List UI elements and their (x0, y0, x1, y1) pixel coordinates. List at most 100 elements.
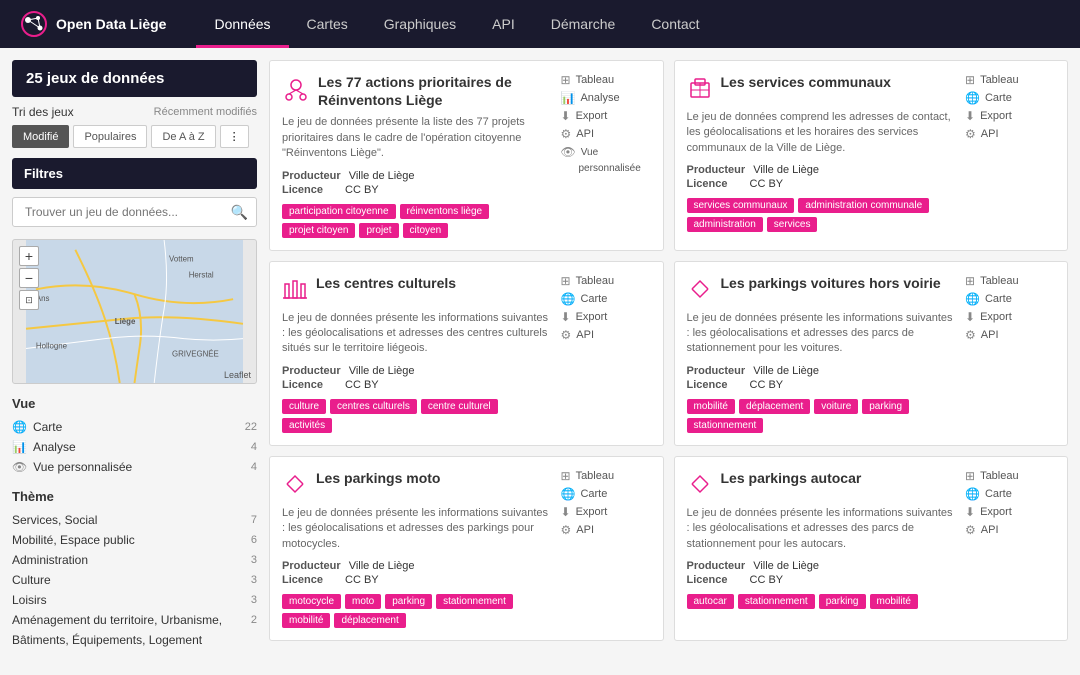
action-api[interactable]: ⚙API (561, 127, 651, 141)
tag[interactable]: projet citoyen (282, 223, 355, 238)
vue-item-analyse[interactable]: 📊 Analyse 4 (12, 437, 257, 457)
logo[interactable]: Open Data Liège (20, 10, 166, 38)
vue-item-personnalisee[interactable]: 👁 Vue personnalisée 4 (12, 457, 257, 477)
nav-graphiques[interactable]: Graphiques (366, 0, 474, 48)
theme-culture[interactable]: Culture 3 (12, 570, 257, 590)
tag[interactable]: services communaux (687, 198, 795, 213)
parkings-autocar-icon (687, 471, 713, 500)
theme-batiments[interactable]: Bâtiments, Équipements, Logement (12, 630, 257, 650)
theme-amenagement[interactable]: Aménagement du territoire, Urbanisme, 2 (12, 610, 257, 630)
carte-icon: 🌐 (561, 292, 576, 306)
tag[interactable]: parking (819, 594, 866, 609)
action-carte[interactable]: 🌐Carte (965, 91, 1055, 105)
action-export[interactable]: ⬇Export (561, 310, 651, 324)
tag[interactable]: centre culturel (421, 399, 498, 414)
action-carte[interactable]: 🌐Carte (561, 292, 651, 306)
tag[interactable]: stationnement (436, 594, 513, 609)
action-tableau[interactable]: ⊞Tableau (965, 469, 1055, 483)
action-api[interactable]: ⚙API (561, 328, 651, 342)
datasets-grid: Les 77 actions prioritaires de Réinvento… (269, 60, 1068, 658)
tag[interactable]: mobilité (687, 399, 735, 414)
tag[interactable]: déplacement (739, 399, 810, 414)
theme-mobilite[interactable]: Mobilité, Espace public 6 (12, 530, 257, 550)
action-api[interactable]: ⚙API (965, 328, 1055, 342)
card-desc-parkings-autocar: Le jeu de données présente les informati… (687, 506, 956, 552)
action-api[interactable]: ⚙API (561, 523, 651, 537)
action-carte[interactable]: 🌐Carte (561, 487, 651, 501)
card-title-culture[interactable]: Les centres culturels (316, 274, 456, 292)
tag[interactable]: activités (282, 418, 332, 433)
action-tableau[interactable]: ⊞Tableau (561, 469, 651, 483)
action-vue2[interactable]: personnalisée (561, 163, 651, 174)
svg-text:Liège: Liège (115, 317, 136, 326)
nav-demarche[interactable]: Démarche (533, 0, 634, 48)
sort-az[interactable]: De A à Z (151, 125, 215, 148)
tag[interactable]: stationnement (738, 594, 815, 609)
tag[interactable]: stationnement (687, 418, 764, 433)
tag[interactable]: participation citoyenne (282, 204, 396, 219)
theme-section-title: Thème (12, 489, 257, 504)
nav-donnees[interactable]: Données (196, 0, 288, 48)
action-api[interactable]: ⚙API (965, 523, 1055, 537)
tableau-icon: ⊞ (965, 73, 975, 87)
tag[interactable]: citoyen (403, 223, 449, 238)
sort-modifie[interactable]: Modifié (12, 125, 69, 148)
search-icon[interactable]: 🔍 (231, 204, 248, 221)
action-carte[interactable]: 🌐Carte (965, 487, 1055, 501)
sort-more[interactable]: ⋮ (220, 125, 249, 148)
action-export[interactable]: ⬇Export (965, 109, 1055, 123)
tag[interactable]: déplacement (334, 613, 405, 628)
card-desc-culture: Le jeu de données présente les informati… (282, 311, 551, 357)
map[interactable]: Vottem Herstal Ans Hollogne Liège GRIVEG… (12, 239, 257, 384)
tag[interactable]: autocar (687, 594, 734, 609)
action-tableau[interactable]: ⊞Tableau (561, 274, 651, 288)
tag[interactable]: parking (862, 399, 909, 414)
card-title-parkings-autocar[interactable]: Les parkings autocar (721, 469, 862, 487)
nav-contact[interactable]: Contact (633, 0, 717, 48)
nav-api[interactable]: API (474, 0, 533, 48)
tag[interactable]: centres culturels (330, 399, 417, 414)
map-zoom-in[interactable]: + (19, 246, 39, 266)
action-analyse[interactable]: 📊Analyse (561, 91, 651, 105)
tag[interactable]: moto (345, 594, 381, 609)
tag[interactable]: projet (359, 223, 398, 238)
tag[interactable]: services (767, 217, 818, 232)
theme-loisirs[interactable]: Loisirs 3 (12, 590, 257, 610)
tag[interactable]: administration communale (798, 198, 929, 213)
tag[interactable]: réinventons liège (400, 204, 490, 219)
svg-text:Herstal: Herstal (189, 270, 214, 279)
dataset-card-parkings-moto: Les parkings moto Le jeu de données prés… (269, 456, 664, 641)
tag[interactable]: voiture (814, 399, 858, 414)
tag[interactable]: parking (385, 594, 432, 609)
action-export[interactable]: ⬇Export (561, 109, 651, 123)
map-zoom-out[interactable]: − (19, 268, 39, 288)
card-title-services[interactable]: Les services communaux (721, 73, 891, 91)
card-title-reinventons[interactable]: Les 77 actions prioritaires de Réinvento… (318, 73, 551, 109)
action-carte[interactable]: 🌐Carte (965, 292, 1055, 306)
theme-administration[interactable]: Administration 3 (12, 550, 257, 570)
tag[interactable]: motocycle (282, 594, 341, 609)
tableau-icon: ⊞ (561, 274, 571, 288)
action-tableau[interactable]: ⊞Tableau (965, 274, 1055, 288)
tags-parkings-autocar: autocar stationnement parking mobilité (687, 594, 956, 609)
action-vue[interactable]: 👁Vue (561, 145, 651, 159)
tag[interactable]: mobilité (282, 613, 330, 628)
search-input[interactable] (21, 198, 231, 226)
card-title-parkings-moto[interactable]: Les parkings moto (316, 469, 440, 487)
action-api[interactable]: ⚙API (965, 127, 1055, 141)
card-desc-parkings-voitures: Le jeu de données présente les informati… (687, 311, 956, 357)
action-export[interactable]: ⬇Export (965, 310, 1055, 324)
tag[interactable]: mobilité (870, 594, 918, 609)
nav-cartes[interactable]: Cartes (289, 0, 366, 48)
vue-item-carte[interactable]: 🌐 Carte 22 (12, 417, 257, 437)
tag[interactable]: administration (687, 217, 763, 232)
theme-services[interactable]: Services, Social 7 (12, 510, 257, 530)
map-reset[interactable]: ⊡ (19, 290, 39, 310)
sort-populaires[interactable]: Populaires (73, 125, 147, 148)
card-title-parkings-voitures[interactable]: Les parkings voitures hors voirie (721, 274, 941, 292)
action-tableau[interactable]: ⊞Tableau (965, 73, 1055, 87)
tag[interactable]: culture (282, 399, 326, 414)
action-tableau[interactable]: ⊞Tableau (561, 73, 651, 87)
action-export[interactable]: ⬇Export (561, 505, 651, 519)
action-export[interactable]: ⬇Export (965, 505, 1055, 519)
